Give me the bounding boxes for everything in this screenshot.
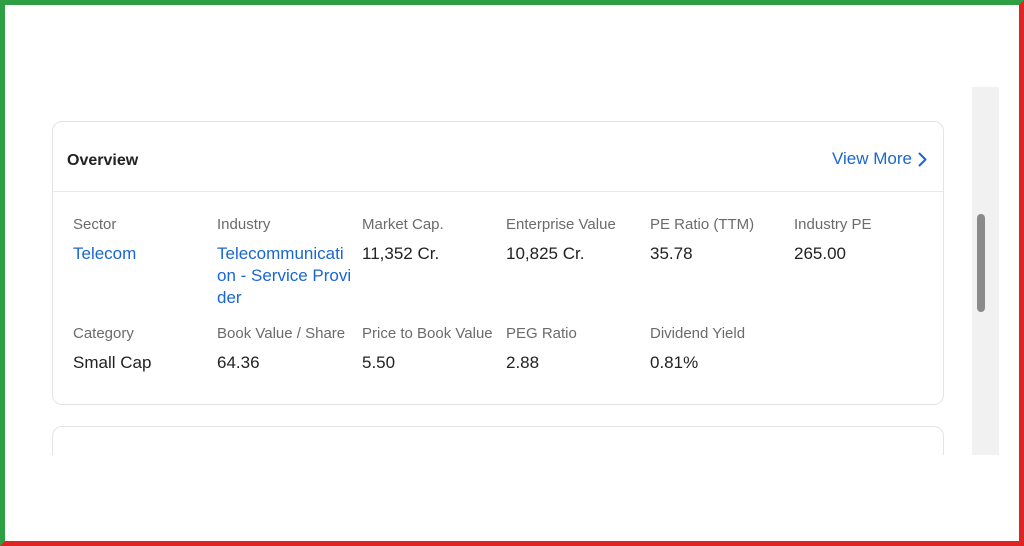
view-more-link[interactable]: View More bbox=[832, 149, 927, 169]
metric-dividend-yield: Dividend Yield 0.81% bbox=[650, 325, 790, 374]
chevron-right-icon bbox=[918, 152, 927, 167]
metric-label: Industry PE bbox=[794, 216, 872, 233]
metric-value: Small Cap bbox=[73, 353, 152, 372]
view-more-label: View More bbox=[832, 149, 912, 168]
metric-label: Market Cap. bbox=[362, 216, 444, 233]
metric-label: Sector bbox=[73, 216, 117, 233]
metric-price-to-book: Price to Book Value 5.50 bbox=[362, 325, 502, 374]
scrollbar-thumb[interactable] bbox=[977, 214, 985, 312]
metric-label: Enterprise Value bbox=[506, 216, 616, 233]
metric-value: 5.50 bbox=[362, 353, 396, 372]
overview-header: Overview View More bbox=[53, 122, 943, 192]
metric-label: Book Value / Share bbox=[217, 325, 346, 342]
metric-value: 2.88 bbox=[506, 353, 540, 372]
metric-value: 0.81% bbox=[650, 353, 699, 372]
metric-book-value: Book Value / Share 64.36 bbox=[217, 325, 357, 374]
metric-value: 10,825 Cr. bbox=[506, 244, 585, 263]
metric-label: Price to Book Value bbox=[362, 325, 493, 342]
sector-link[interactable]: Telecom bbox=[73, 243, 213, 265]
metric-label: Industry bbox=[217, 216, 271, 233]
metric-peg-ratio: PEG Ratio 2.88 bbox=[506, 325, 646, 374]
scrollbar-track[interactable] bbox=[972, 87, 999, 455]
metric-value: 11,352 Cr. bbox=[362, 244, 440, 263]
metric-industry-pe: Industry PE 265.00 bbox=[794, 216, 934, 265]
metric-value: 265.00 bbox=[794, 244, 846, 263]
metric-sector: Sector Telecom bbox=[73, 216, 213, 265]
metric-industry: Industry Telecommunication - Service Pro… bbox=[217, 216, 357, 309]
metric-label: PE Ratio (TTM) bbox=[650, 216, 755, 233]
overview-title: Overview bbox=[67, 152, 139, 169]
next-card bbox=[52, 426, 944, 455]
overview-card: Overview View More Sector Telecom Indust… bbox=[52, 121, 944, 405]
metric-market-cap: Market Cap. 11,352 Cr. bbox=[362, 216, 502, 265]
page-viewport: Overview View More Sector Telecom Indust… bbox=[5, 5, 999, 455]
metric-label: PEG Ratio bbox=[506, 325, 577, 342]
metric-label: Dividend Yield bbox=[650, 325, 746, 342]
metric-value: 64.36 bbox=[217, 353, 260, 372]
metric-value: 35.78 bbox=[650, 244, 693, 263]
metric-pe-ratio: PE Ratio (TTM) 35.78 bbox=[650, 216, 790, 265]
metric-label: Category bbox=[73, 325, 134, 342]
industry-link[interactable]: Telecommunication - Service Provider bbox=[217, 243, 353, 309]
metric-enterprise-value: Enterprise Value 10,825 Cr. bbox=[506, 216, 646, 265]
metric-category: Category Small Cap bbox=[73, 325, 213, 374]
